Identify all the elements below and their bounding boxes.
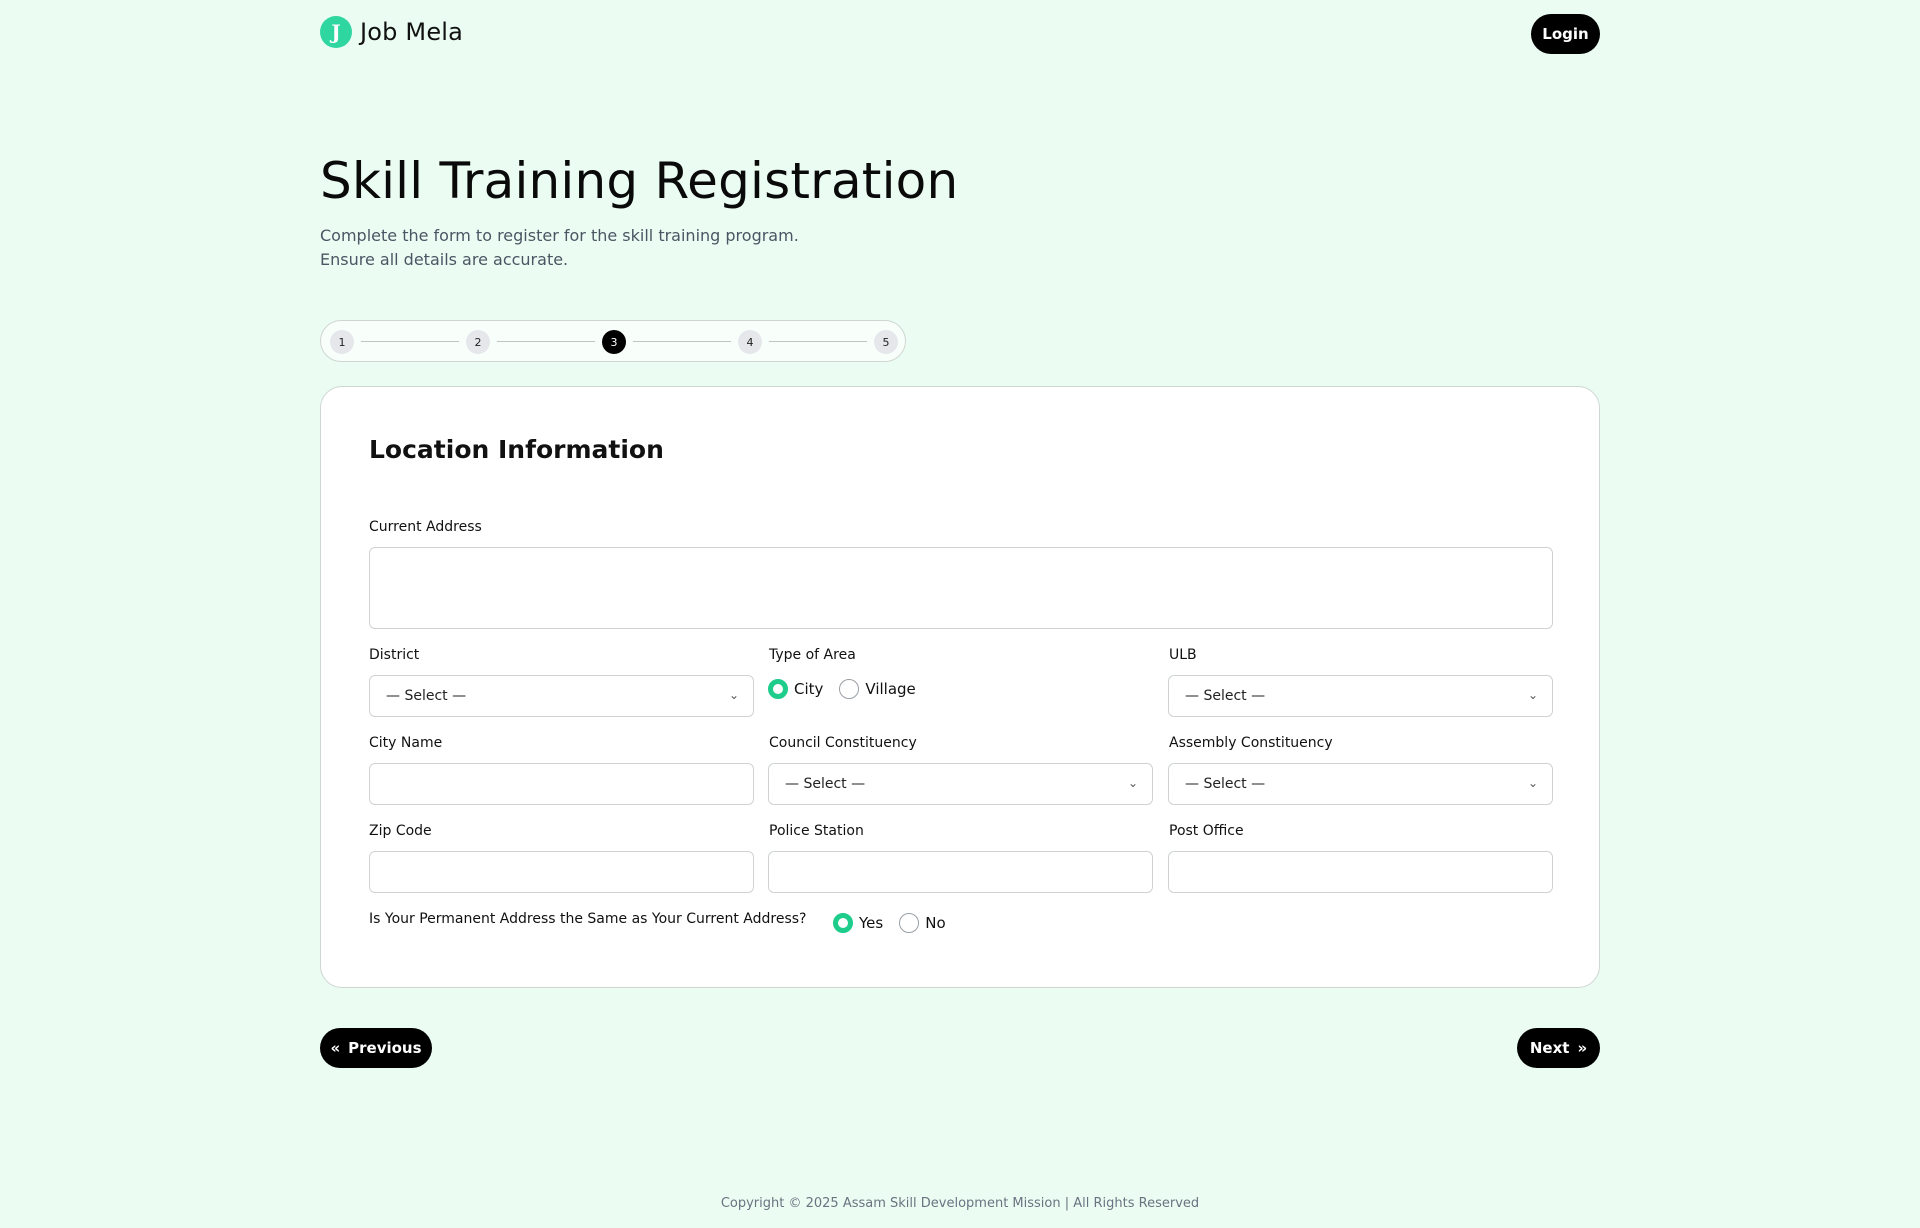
step-5[interactable]: 5 xyxy=(874,330,898,354)
next-button[interactable]: Next » xyxy=(1517,1028,1600,1068)
step-connector xyxy=(361,341,459,342)
double-chevron-right-icon: » xyxy=(1577,1039,1588,1057)
radio-city[interactable] xyxy=(768,679,788,699)
next-label: Next xyxy=(1529,1039,1570,1057)
subtitle-line-2: Ensure all details are accurate. xyxy=(320,250,569,269)
police-station-label: Police Station xyxy=(769,823,864,839)
page-subtitle: Complete the form to register for the sk… xyxy=(320,224,799,272)
same-address-radio-group: Yes No xyxy=(833,913,956,933)
current-address-field[interactable] xyxy=(369,547,1553,629)
same-address-question: Is Your Permanent Address the Same as Yo… xyxy=(369,911,807,927)
footer-copyright: Copyright © 2025 Assam Skill Development… xyxy=(720,1196,1200,1211)
city-name-input[interactable] xyxy=(369,763,754,805)
city-name-label: City Name xyxy=(369,735,443,751)
step-4[interactable]: 4 xyxy=(738,330,762,354)
step-connector xyxy=(769,341,867,342)
post-office-input[interactable] xyxy=(1168,851,1553,893)
current-address-label: Current Address xyxy=(369,519,482,535)
brand-name: Job Mela xyxy=(360,18,464,46)
step-connector xyxy=(633,341,731,342)
subtitle-line-1: Complete the form to register for the sk… xyxy=(320,226,799,245)
step-2[interactable]: 2 xyxy=(466,330,490,354)
council-constituency-select[interactable]: — Select — ⌄ xyxy=(768,763,1153,805)
step-1[interactable]: 1 xyxy=(330,330,354,354)
progress-stepper: 1 2 3 4 5 xyxy=(320,320,906,362)
chevron-down-icon: ⌄ xyxy=(1127,776,1138,790)
district-label: District xyxy=(369,647,420,663)
brand-logo[interactable]: J Job Mela xyxy=(320,16,463,48)
location-form-card: Location Information Current Address Dis… xyxy=(320,386,1600,988)
top-header: J Job Mela Login xyxy=(320,14,1600,56)
council-selected-value: — Select — xyxy=(785,776,866,792)
double-chevron-left-icon: « xyxy=(330,1039,341,1057)
radio-village-label[interactable]: Village xyxy=(865,680,915,698)
login-button[interactable]: Login xyxy=(1531,14,1600,54)
radio-no[interactable] xyxy=(899,913,920,933)
zip-code-input[interactable] xyxy=(369,851,754,893)
district-selected-value: — Select — xyxy=(386,688,467,704)
district-select[interactable]: — Select — ⌄ xyxy=(369,675,754,717)
radio-yes[interactable] xyxy=(833,913,853,933)
logo-icon: J xyxy=(320,16,352,48)
chevron-down-icon: ⌄ xyxy=(728,688,739,702)
page-title: Skill Training Registration xyxy=(320,152,959,210)
previous-label: Previous xyxy=(348,1039,422,1057)
chevron-down-icon: ⌄ xyxy=(1527,776,1538,790)
previous-button[interactable]: « Previous xyxy=(320,1028,432,1068)
zip-code-label: Zip Code xyxy=(369,823,432,839)
post-office-label: Post Office xyxy=(1169,823,1244,839)
type-of-area-label: Type of Area xyxy=(769,647,856,663)
section-title: Location Information xyxy=(369,435,664,464)
radio-village[interactable] xyxy=(839,679,860,699)
step-3-current[interactable]: 3 xyxy=(602,330,626,354)
radio-no-label[interactable]: No xyxy=(925,914,945,932)
assembly-selected-value: — Select — xyxy=(1185,776,1266,792)
radio-city-label[interactable]: City xyxy=(794,680,823,698)
step-connector xyxy=(497,341,595,342)
assembly-constituency-select[interactable]: — Select — ⌄ xyxy=(1168,763,1553,805)
type-of-area-radio-group: City Village xyxy=(768,679,926,699)
ulb-label: ULB xyxy=(1169,647,1197,663)
radio-yes-label[interactable]: Yes xyxy=(859,914,883,932)
ulb-selected-value: — Select — xyxy=(1185,688,1266,704)
ulb-select[interactable]: — Select — ⌄ xyxy=(1168,675,1553,717)
council-constituency-label: Council Constituency xyxy=(769,735,917,751)
chevron-down-icon: ⌄ xyxy=(1527,688,1538,702)
police-station-input[interactable] xyxy=(768,851,1153,893)
assembly-constituency-label: Assembly Constituency xyxy=(1169,735,1333,751)
